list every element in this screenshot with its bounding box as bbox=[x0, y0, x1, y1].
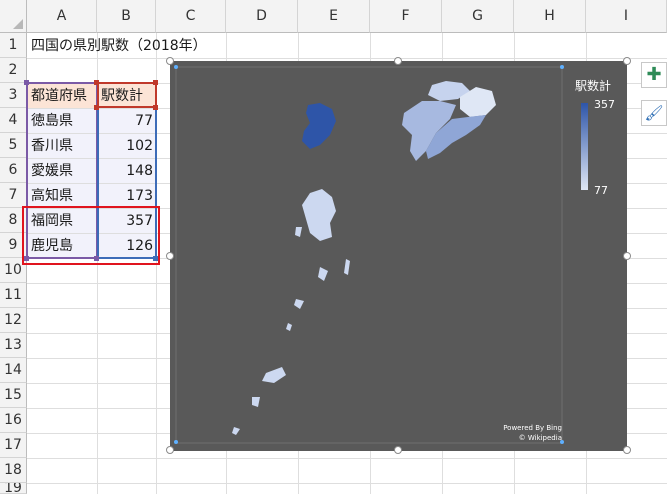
row-header-14[interactable]: 14 bbox=[0, 358, 27, 383]
row-header-3[interactable]: 3 bbox=[0, 83, 27, 108]
region-kagoshima-island bbox=[252, 397, 260, 407]
range-highlight-series-name bbox=[97, 82, 157, 108]
chart-resize-handle[interactable] bbox=[623, 252, 631, 260]
row-header-15[interactable]: 15 bbox=[0, 383, 27, 408]
region-kagoshima bbox=[302, 189, 336, 241]
column-header-d[interactable]: D bbox=[226, 0, 298, 33]
column-header-a[interactable]: A bbox=[27, 0, 97, 33]
row-header-1[interactable]: 1 bbox=[0, 33, 27, 58]
chart-styles-button[interactable]: 🖌 bbox=[641, 100, 667, 126]
chart-elements-button[interactable]: ✚ bbox=[641, 62, 667, 88]
range-handle[interactable] bbox=[24, 80, 29, 85]
row-header-7[interactable]: 7 bbox=[0, 183, 27, 208]
chart-resize-handle[interactable] bbox=[394, 57, 402, 65]
column-header-b[interactable]: B bbox=[97, 0, 156, 33]
row-header-6[interactable]: 6 bbox=[0, 158, 27, 183]
chart-resize-handle[interactable] bbox=[166, 252, 174, 260]
chart-resize-handle[interactable] bbox=[166, 57, 174, 65]
plot-area-handle[interactable] bbox=[560, 65, 564, 69]
range-handle[interactable] bbox=[153, 80, 158, 85]
legend-min-value: 77 bbox=[594, 184, 608, 197]
plot-area bbox=[175, 66, 563, 444]
chart-resize-handle[interactable] bbox=[166, 446, 174, 454]
range-handle[interactable] bbox=[94, 80, 99, 85]
plot-area-handle[interactable] bbox=[174, 440, 178, 444]
gridline bbox=[27, 483, 667, 484]
column-header-h[interactable]: H bbox=[514, 0, 586, 33]
plus-icon: ✚ bbox=[646, 64, 662, 85]
column-header-f[interactable]: F bbox=[370, 0, 442, 33]
region-kagoshima-island bbox=[295, 227, 302, 237]
credit-wikipedia: © Wikipedia bbox=[518, 434, 562, 442]
gridline bbox=[27, 58, 667, 59]
cell-a1-title[interactable]: 四国の県別駅数（2018年） bbox=[28, 34, 328, 58]
region-fukuoka bbox=[302, 103, 336, 149]
annotation-highlight-box bbox=[22, 206, 160, 265]
column-header-e[interactable]: E bbox=[298, 0, 370, 33]
row-header-13[interactable]: 13 bbox=[0, 333, 27, 358]
chart-resize-handle[interactable] bbox=[623, 57, 631, 65]
plot-area-handle[interactable] bbox=[174, 65, 178, 69]
gridline bbox=[27, 458, 667, 459]
region-kagoshima-island bbox=[344, 259, 350, 275]
select-all-corner[interactable] bbox=[0, 0, 27, 33]
brush-icon: 🖌 bbox=[644, 104, 664, 122]
region-kagoshima-island bbox=[232, 427, 240, 435]
legend-max-value: 357 bbox=[594, 98, 615, 111]
column-header-i[interactable]: I bbox=[586, 0, 667, 33]
row-header-5[interactable]: 5 bbox=[0, 133, 27, 158]
row-header-4[interactable]: 4 bbox=[0, 108, 27, 133]
column-header-c[interactable]: C bbox=[156, 0, 226, 33]
plot-area-handle[interactable] bbox=[560, 440, 564, 444]
chart-resize-handle[interactable] bbox=[394, 446, 402, 454]
legend-title: 駅数計 bbox=[575, 79, 612, 93]
row-header-17[interactable]: 17 bbox=[0, 433, 27, 458]
row-header-2[interactable]: 2 bbox=[0, 58, 27, 83]
credit-bing: Powered By Bing bbox=[503, 424, 562, 432]
row-header-16[interactable]: 16 bbox=[0, 408, 27, 433]
range-handle[interactable] bbox=[94, 105, 99, 110]
region-kagoshima-island bbox=[318, 267, 328, 281]
map-canvas bbox=[175, 66, 563, 444]
region-kagoshima-island bbox=[294, 299, 304, 309]
row-header-18[interactable]: 18 bbox=[0, 458, 27, 483]
column-header-g[interactable]: G bbox=[442, 0, 514, 33]
region-kagoshima-island bbox=[286, 323, 292, 331]
row-header-12[interactable]: 12 bbox=[0, 308, 27, 333]
legend-color-scale bbox=[581, 103, 588, 190]
map-chart[interactable] bbox=[170, 61, 627, 451]
row-header-19[interactable]: 19 bbox=[0, 483, 27, 494]
row-header-11[interactable]: 11 bbox=[0, 283, 27, 308]
chart-resize-handle[interactable] bbox=[623, 446, 631, 454]
range-handle[interactable] bbox=[153, 105, 158, 110]
region-kagoshima-island bbox=[262, 367, 286, 383]
